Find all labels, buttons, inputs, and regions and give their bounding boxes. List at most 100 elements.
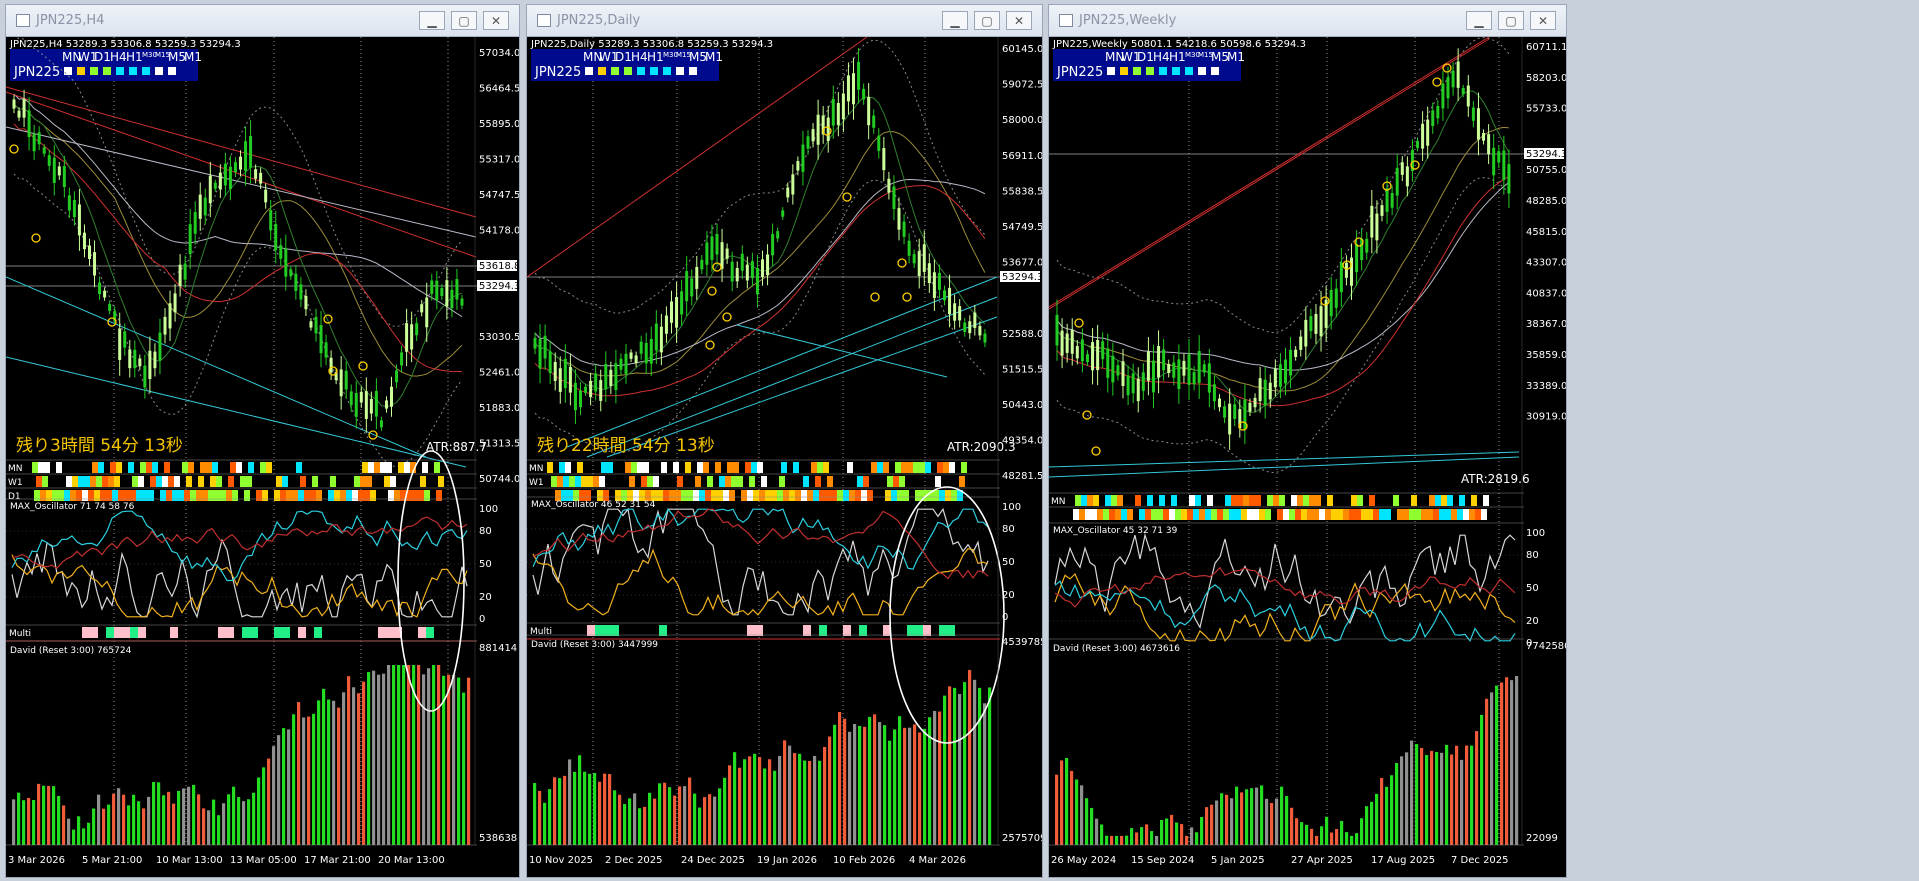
indicator-cell <box>1223 509 1229 520</box>
indicator-cell <box>148 490 154 501</box>
legend-timeframe-label: D1 <box>615 50 632 64</box>
window-titlebar[interactable]: JPN225,Weekly ▁ ▢ ✕ <box>1049 5 1566 37</box>
legend-timeframe-label: M1 <box>705 50 723 64</box>
indicator-cell <box>1253 509 1259 520</box>
minimize-button[interactable]: ▁ <box>1466 11 1492 30</box>
indicator-cell <box>72 476 78 487</box>
close-button[interactable]: ✕ <box>1006 11 1032 30</box>
david-level-label: 7742580 <box>1526 641 1566 652</box>
maximize-button[interactable]: ▢ <box>1498 11 1524 30</box>
candle-body <box>32 133 36 152</box>
chart-canvas[interactable]: JPN225,H4 53289.3 53306.8 53259.3 53294.… <box>6 37 519 877</box>
indicator-cell <box>637 462 643 473</box>
david-volume-bar <box>1110 835 1114 845</box>
chart-canvas[interactable]: JPN225,Daily 53289.3 53306.8 53259.3 532… <box>527 37 1042 877</box>
david-volume-bar <box>257 777 261 845</box>
indicator-cell <box>266 462 272 473</box>
indicator-cell <box>1291 495 1297 506</box>
indicator-cell <box>64 490 70 501</box>
indicator-cell <box>779 476 785 487</box>
david-volume-bar <box>793 753 797 845</box>
indicator-cell <box>631 462 637 473</box>
multi-cell <box>611 625 619 636</box>
indicator-cell <box>745 462 751 473</box>
david-volume-bar <box>633 793 637 845</box>
candle-body <box>123 331 127 348</box>
david-volume-bar <box>953 687 957 845</box>
indicator-cell <box>657 490 663 501</box>
legend-timeframe-square <box>598 67 606 75</box>
window-titlebar[interactable]: JPN225,H4 ▁ ▢ ✕ <box>6 5 519 37</box>
candle-body <box>846 75 850 102</box>
maximize-button[interactable]: ▢ <box>974 11 1000 30</box>
indicator-cell <box>707 476 713 487</box>
indicator-cell <box>801 490 807 501</box>
indicator-cell <box>66 476 72 487</box>
david-volume-bar <box>1205 807 1209 845</box>
indicator-cell <box>1361 509 1367 520</box>
candle-body <box>1268 382 1272 400</box>
minimize-button[interactable]: ▁ <box>419 11 445 30</box>
ohlc-readout: JPN225,Weekly 50801.1 54218.6 50598.6 53… <box>1052 39 1306 50</box>
candle-body <box>619 358 623 370</box>
david-volume-bar <box>67 818 71 845</box>
david-volume-bar <box>447 674 451 845</box>
david-volume-bar <box>27 797 31 845</box>
chart-window-h4[interactable]: JPN225,H4 ▁ ▢ ✕ JPN225,H4 53289.3 53306.… <box>5 4 520 878</box>
close-button[interactable]: ✕ <box>1530 11 1556 30</box>
david-volume-bar <box>1500 682 1504 845</box>
indicator-cell <box>394 490 400 501</box>
indicator-cell <box>106 490 112 501</box>
candle-body <box>826 117 830 141</box>
indicator-cell <box>907 462 913 473</box>
candle-body <box>1497 151 1501 163</box>
multi-cell <box>595 625 603 636</box>
indicator-cell <box>1391 509 1397 520</box>
indicator-cell <box>1397 509 1403 520</box>
indicator-cell <box>424 490 430 501</box>
chart-window-weekly[interactable]: JPN225,Weekly ▁ ▢ ✕ JPN225,Weekly 50801.… <box>1048 4 1567 878</box>
david-level-label: 2575709 <box>1002 833 1042 844</box>
indicator-cell <box>1117 495 1123 506</box>
david-volume-bar <box>1265 798 1269 845</box>
maximize-button[interactable]: ▢ <box>451 11 477 30</box>
indicator-cell <box>34 490 40 501</box>
candle-body <box>1111 355 1115 383</box>
indicator-cell <box>382 490 388 501</box>
chart-canvas[interactable]: JPN225,Weekly 50801.1 54218.6 50598.6 53… <box>1049 37 1566 877</box>
candle-body <box>339 369 343 397</box>
time-axis-label: 10 Mar 13:00 <box>156 855 223 866</box>
candle-body <box>973 312 977 328</box>
candle-body <box>374 390 378 417</box>
indicator-cell <box>1439 509 1445 520</box>
david-volume-bar <box>903 727 907 845</box>
candle-body <box>1141 372 1145 391</box>
chart-window-daily[interactable]: JPN225,Daily ▁ ▢ ✕ JPN225,Daily 53289.3 … <box>526 4 1043 878</box>
candle-body <box>568 366 572 393</box>
legend-timeframe-square <box>689 67 697 75</box>
david-volume-bar <box>1510 680 1514 845</box>
close-button[interactable]: ✕ <box>483 11 509 30</box>
window-titlebar[interactable]: JPN225,Daily ▁ ▢ ✕ <box>527 5 1042 37</box>
david-volume-bar <box>1065 757 1069 845</box>
david-volume-bar <box>913 724 917 845</box>
indicator-cell <box>124 490 130 501</box>
candle-body <box>37 132 41 145</box>
atr-readout: ATR:2819.6 <box>1461 472 1530 486</box>
minimize-button[interactable]: ▁ <box>942 11 968 30</box>
candle-body <box>1487 134 1491 155</box>
indicator-cell <box>753 490 759 501</box>
price-axis-label: 58000.0 <box>1002 115 1042 126</box>
indicator-cell <box>1331 509 1337 520</box>
candle-body <box>831 98 835 126</box>
candle-body <box>138 358 142 367</box>
price-axis-label: 55895.0 <box>479 119 519 130</box>
indicator-cell <box>807 490 813 501</box>
indicator-cell <box>236 462 242 473</box>
indicator-cell <box>1231 495 1237 506</box>
candle-body <box>203 197 207 216</box>
indicator-cell <box>1247 509 1253 520</box>
oscillator-level-label: 50 <box>479 559 492 570</box>
price-axis-label: 38367.0 <box>1526 319 1566 330</box>
candle-body <box>907 240 911 256</box>
